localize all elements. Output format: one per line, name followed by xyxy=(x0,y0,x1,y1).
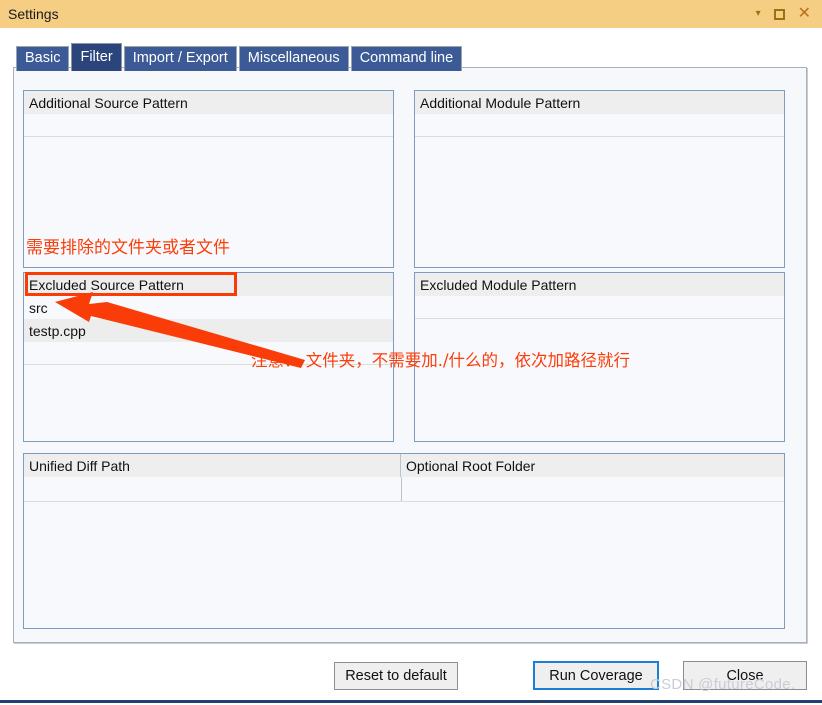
excluded-module-pattern-header: Excluded Module Pattern xyxy=(415,273,784,296)
title-bar: Settings ▾ ✕ xyxy=(0,0,822,28)
additional-module-pattern-header: Additional Module Pattern xyxy=(415,91,784,114)
maximize-icon[interactable] xyxy=(773,8,785,20)
excluded-module-pattern-rows xyxy=(415,296,784,319)
tab-import-export[interactable]: Import / Export xyxy=(123,46,237,71)
list-item[interactable] xyxy=(24,114,393,137)
additional-source-pattern-rows xyxy=(24,114,393,137)
annotation-note-bottom: 注意： 文件夹，不需要加./什么的，依次加路径就行 xyxy=(251,351,631,370)
tab-miscellaneous[interactable]: Miscellaneous xyxy=(238,46,349,71)
additional-module-pattern-rows xyxy=(415,114,784,137)
optional-root-folder-header: Optional Root Folder xyxy=(406,457,536,474)
list-item[interactable] xyxy=(415,114,784,137)
window-title: Settings xyxy=(8,6,59,22)
unified-diff-path-value[interactable] xyxy=(24,477,402,501)
close-icon[interactable]: ✕ xyxy=(798,6,811,22)
bottom-rule xyxy=(0,700,822,703)
reset-to-default-button[interactable]: Reset to default xyxy=(334,662,458,690)
tab-basic[interactable]: Basic xyxy=(16,46,70,71)
watermark: CSDN @futureCode. xyxy=(650,676,796,693)
additional-source-pattern-header: Additional Source Pattern xyxy=(24,91,393,114)
list-item[interactable]: testp.cpp xyxy=(24,319,393,342)
annotation-note-top: 需要排除的文件夹或者文件 xyxy=(26,238,230,258)
excluded-source-pattern-header: Excluded Source Pattern xyxy=(24,273,393,296)
additional-module-pattern-list[interactable]: Additional Module Pattern xyxy=(414,90,785,268)
diff-table-row[interactable] xyxy=(24,477,784,502)
tab-strip: Basic Filter Import / Export Miscellaneo… xyxy=(16,43,463,71)
chevron-down-icon[interactable]: ▾ xyxy=(756,9,761,19)
diff-table-header: Unified Diff Path Optional Root Folder xyxy=(24,454,784,477)
tab-command-line[interactable]: Command line xyxy=(350,46,463,71)
optional-root-folder-value[interactable] xyxy=(402,477,784,501)
run-coverage-button[interactable]: Run Coverage xyxy=(533,661,659,690)
unified-diff-path-header: Unified Diff Path xyxy=(24,454,401,477)
unified-diff-path-table[interactable]: Unified Diff Path Optional Root Folder xyxy=(23,453,785,629)
window-controls: ▾ ✕ xyxy=(756,6,811,22)
list-item[interactable] xyxy=(415,296,784,319)
list-item[interactable]: src xyxy=(24,296,393,319)
tab-filter[interactable]: Filter xyxy=(71,43,122,71)
